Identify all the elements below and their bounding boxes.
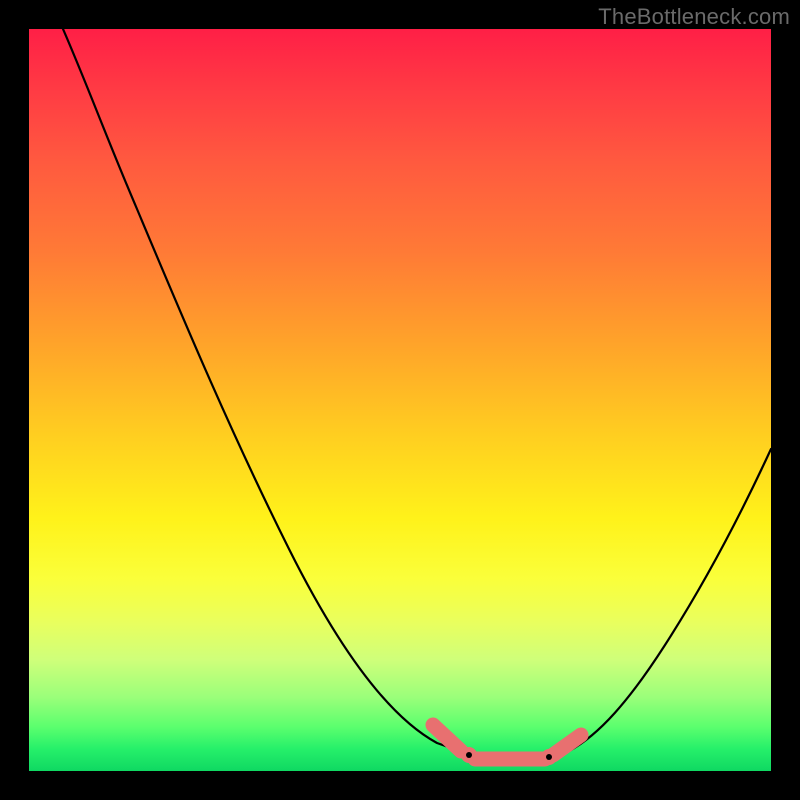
plot-area <box>29 29 771 771</box>
optimal-marker-left-core <box>466 752 472 758</box>
curve-svg <box>29 29 771 771</box>
chart-frame: TheBottleneck.com <box>0 0 800 800</box>
bottleneck-curve <box>63 29 771 759</box>
watermark-label: TheBottleneck.com <box>598 4 790 30</box>
optimal-segment-left-cap <box>433 725 461 751</box>
optimal-segment-right-cap <box>553 735 581 755</box>
optimal-marker-right-core <box>546 754 552 760</box>
